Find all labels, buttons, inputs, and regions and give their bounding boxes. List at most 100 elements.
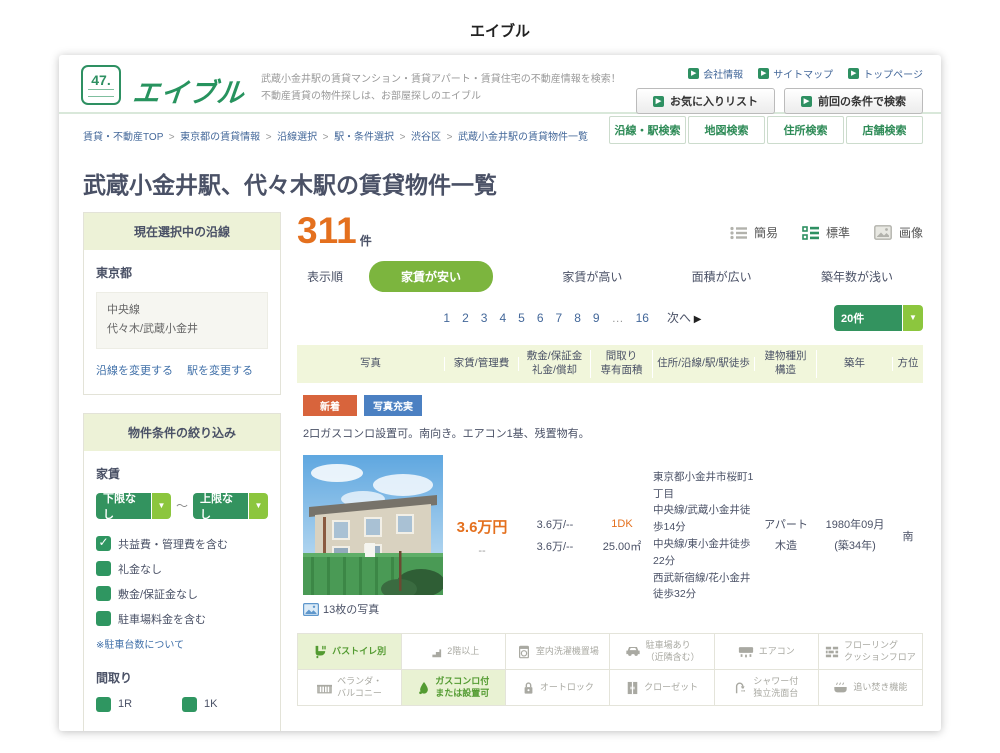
feature-second-floor[interactable]: 2階以上 (402, 634, 506, 670)
tab-map-search[interactable]: 地図検索 (688, 116, 765, 144)
line-name: 中央線 (107, 301, 257, 320)
checkbox-icon (96, 561, 111, 576)
listing-description: 2口ガスコンロ設置可。南向き。エアコン1基、残置物有。 (303, 425, 923, 441)
page-6[interactable]: 6 (537, 311, 544, 325)
last-search-label: 前回の条件で検索 (818, 93, 906, 109)
company-info-link[interactable]: ▶ 会社情報 (688, 66, 743, 81)
page-8[interactable]: 8 (574, 311, 581, 325)
feature-gas-stove[interactable]: ガスコンロ付 または設置可 (402, 670, 506, 706)
feature-flooring[interactable]: フローリング クッションフロア (819, 634, 923, 670)
page-4[interactable]: 4 (499, 311, 506, 325)
page-5[interactable]: 5 (518, 311, 525, 325)
checkbox-no-deposit[interactable]: 敷金/保証金なし (96, 586, 268, 602)
page-2[interactable]: 2 (462, 311, 469, 325)
feature-label: クローゼット (644, 682, 698, 693)
checkbox-include-fees[interactable]: 共益費・管理費を含む (96, 536, 268, 552)
view-simple-label: 簡易 (754, 224, 778, 241)
aircon-icon (738, 646, 754, 658)
badges-row: 新着 写真充実 (303, 395, 923, 416)
page-9[interactable]: 9 (593, 311, 600, 325)
breadcrumb-item[interactable]: 賃貸・不動産TOP (83, 132, 180, 143)
feature-parking[interactable]: 駐車場あり （近隣含む） (610, 634, 714, 670)
feature-shower-vanity[interactable]: シャワー付 独立洗面台 (715, 670, 819, 706)
checkbox-1r[interactable]: 1R (96, 697, 182, 712)
sidebar: 現在選択中の沿線 東京都 中央線 代々木/武蔵小金井 沿線を変更する 駅を変更す… (83, 212, 281, 731)
address-cell: 東京都小金井市桜町1丁目 中央線/武蔵小金井徒歩14分 中央線/東小金井徒歩22… (653, 469, 755, 603)
pagination: 1 2 3 4 5 6 7 8 9 … 16 次へ (443, 309, 701, 326)
stairs-icon (428, 645, 442, 659)
view-image[interactable]: 画像 (874, 224, 923, 241)
selected-line-title: 現在選択中の沿線 (84, 213, 280, 250)
rent-min-dropdown[interactable]: 下限なし ▼ (96, 493, 171, 519)
feature-label: 室内洗濯機置場 (536, 646, 599, 657)
sitemap-link[interactable]: ▶ サイトマップ (758, 66, 833, 81)
feature-indoor-washer[interactable]: 室内洗濯機置場 (506, 634, 610, 670)
page-1[interactable]: 1 (443, 311, 450, 325)
feature-closet[interactable]: クローゼット (610, 670, 714, 706)
page-16[interactable]: 16 (636, 311, 649, 325)
site-header: 47. エイブル 武蔵小金井駅の賃貸マンション・賃貸アパート・賃貸住宅の不動産情… (59, 55, 941, 114)
results-main: 311 件 簡易 標準 画像 (297, 212, 923, 731)
col-deposit: 敷金/保証金 礼金/償却 (519, 350, 591, 377)
last-search-button[interactable]: ▶ 前回の条件で検索 (784, 88, 923, 114)
breadcrumb-item[interactable]: 渋谷区 (411, 132, 458, 143)
pagination-row: 1 2 3 4 5 6 7 8 9 … 16 次へ 20件 ▼ (297, 304, 923, 331)
listing-row: 13枚の写真 3.6万円 -- 3.6万/-- 3.6万/-- 1DK 25.0… (297, 455, 923, 617)
per-page-dropdown[interactable]: 20件 ▼ (834, 305, 923, 331)
page-3[interactable]: 3 (481, 311, 488, 325)
col-direction: 方位 (893, 357, 923, 371)
layout-options: 1R 1K 1DK 1LDK(+S) 2K/2DK 2LDK(+S) (96, 697, 268, 732)
photo-count-link[interactable]: 13枚の写真 (303, 601, 445, 617)
feature-autolock[interactable]: オートロック (506, 670, 610, 706)
filter-panel-title: 物件条件の絞り込み (84, 414, 280, 451)
checkbox-icon (96, 586, 111, 601)
view-standard[interactable]: 標準 (802, 224, 850, 241)
next-page-link[interactable]: 次へ (667, 309, 701, 326)
change-station-link[interactable]: 駅を変更する (187, 362, 253, 378)
feature-label: 追い焚き機能 (853, 682, 907, 693)
checkbox-icon (96, 731, 111, 732)
sort-rent-desc[interactable]: 家賃が高い (562, 268, 622, 285)
feature-separate-bath-toilet[interactable]: バストイレ別 (298, 634, 402, 670)
admin-fee-value: -- (445, 545, 519, 557)
col-photo: 写真 (297, 357, 445, 371)
tab-line-station-search[interactable]: 沿線・駅検索 (609, 116, 686, 144)
rent-range-row: 下限なし ▼ ～ 上限なし ▼ (96, 493, 268, 519)
view-simple[interactable]: 簡易 (730, 224, 778, 241)
checkbox-label: 1K (204, 698, 217, 710)
reheat-bath-icon (833, 681, 848, 694)
rent-max-dropdown[interactable]: 上限なし ▼ (193, 493, 268, 519)
rent-cell: 3.6万円 -- (445, 516, 519, 557)
property-photo[interactable] (303, 455, 443, 595)
breadcrumb-item[interactable]: 東京都の賃貸情報 (180, 132, 277, 143)
page-7[interactable]: 7 (556, 311, 563, 325)
feature-reheating-bath[interactable]: 追い焚き機能 (819, 670, 923, 706)
tab-address-search[interactable]: 住所検索 (767, 116, 844, 144)
breadcrumb-item[interactable]: 沿線選択 (277, 132, 334, 143)
rent-min-value: 下限なし (96, 493, 151, 519)
layout-filter-label: 間取り (96, 669, 268, 686)
parking-note-link[interactable]: ※駐車台数について (96, 636, 268, 651)
site-logo[interactable]: エイブル (131, 71, 247, 110)
sort-area-desc[interactable]: 面積が広い (692, 268, 752, 285)
feature-balcony[interactable]: ベランダ・ バルコニー (298, 670, 402, 706)
feature-aircon[interactable]: エアコン (715, 634, 819, 670)
checkbox-1dk[interactable]: 1DK (96, 731, 182, 732)
checkbox-include-parking[interactable]: 駐車場料金を含む (96, 611, 268, 627)
change-line-link[interactable]: 沿線を変更する (96, 362, 173, 378)
favorites-button[interactable]: ▶ お気に入りリスト (636, 88, 775, 114)
results-count-unit: 件 (360, 232, 372, 249)
favorites-label: お気に入りリスト (670, 93, 758, 109)
sort-rent-asc[interactable]: 家賃が安い (369, 261, 493, 292)
checkbox-1ldk[interactable]: 1LDK(+S) (182, 731, 268, 732)
breadcrumb: 賃貸・不動産TOP東京都の賃貸情報沿線選択駅・条件選択渋谷区武蔵小金井駅の賃貸物… (83, 114, 588, 143)
search-tabs: 沿線・駅検索 地図検索 住所検索 店舗検索 (609, 114, 923, 144)
tab-store-search[interactable]: 店舗検索 (846, 116, 923, 144)
checkbox-no-key-money[interactable]: 礼金なし (96, 561, 268, 577)
tagline-line2: 不動産賃貸の物件探しは、お部屋探しのエイブル (261, 89, 621, 106)
breadcrumb-item[interactable]: 駅・条件選択 (334, 132, 411, 143)
sort-age-asc[interactable]: 築年数が浅い (821, 268, 893, 285)
checkbox-icon (182, 731, 197, 732)
checkbox-1k[interactable]: 1K (182, 697, 268, 712)
top-page-link[interactable]: ▶ トップページ (848, 66, 923, 81)
